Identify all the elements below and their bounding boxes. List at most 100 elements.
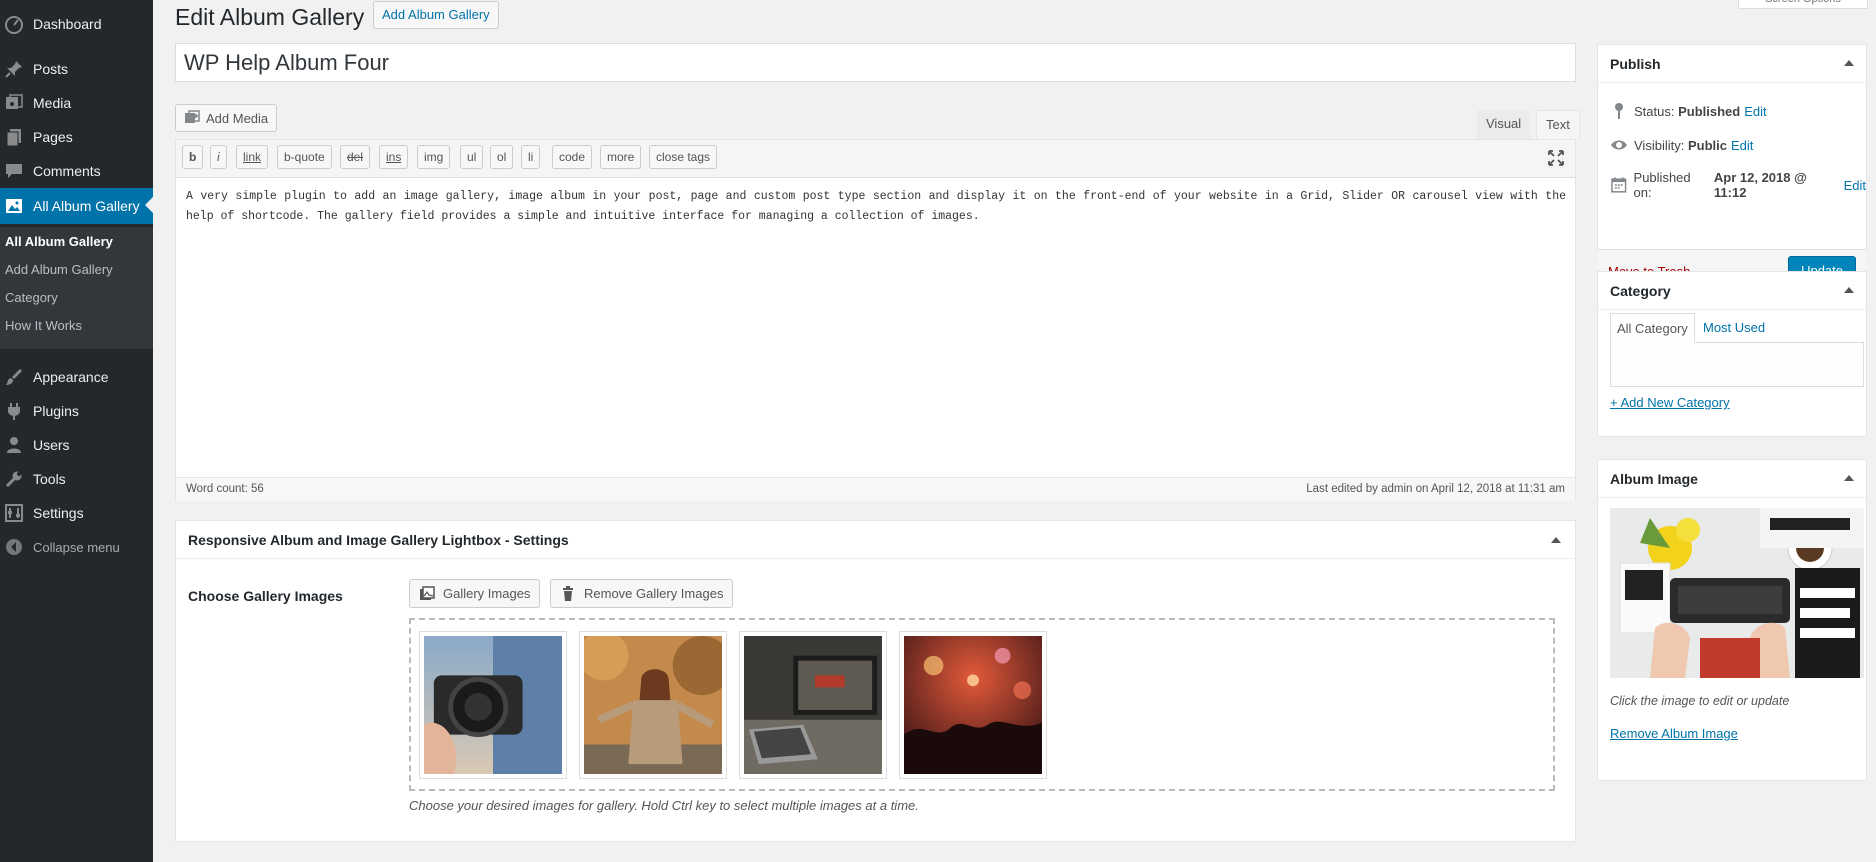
- menu-label: Pages: [33, 129, 73, 145]
- settings-title: Responsive Album and Image Gallery Light…: [188, 532, 569, 548]
- settings-metabox-header[interactable]: Responsive Album and Image Gallery Light…: [176, 521, 1575, 559]
- album-image-header[interactable]: Album Image: [1598, 460, 1866, 498]
- tab-all-category[interactable]: All Category: [1610, 313, 1695, 343]
- submenu-all-album-gallery[interactable]: All Album Gallery: [5, 234, 113, 249]
- menu-dashboard[interactable]: Dashboard: [0, 7, 153, 41]
- tab-text[interactable]: Text: [1536, 110, 1580, 139]
- submenu-category[interactable]: Category: [5, 290, 58, 305]
- menu-settings[interactable]: Settings: [0, 496, 153, 530]
- menu-label: Collapse menu: [33, 539, 120, 555]
- menu-label: Dashboard: [33, 16, 102, 32]
- screen-options-tab[interactable]: Screen Options: [1738, 0, 1868, 9]
- gallery-thumbnail[interactable]: [899, 631, 1047, 779]
- collapse-arrow-icon[interactable]: [1844, 475, 1854, 481]
- visibility-label: Visibility:: [1634, 137, 1685, 153]
- tab-most-used[interactable]: Most Used: [1697, 313, 1771, 343]
- publish-title: Publish: [1610, 56, 1661, 72]
- menu-pages[interactable]: Pages: [0, 120, 153, 154]
- add-media-label: Add Media: [206, 110, 269, 126]
- menu-label: Comments: [33, 163, 101, 179]
- gallery-drop-area: [409, 618, 1555, 791]
- autumn-portrait-photo: [584, 636, 722, 774]
- pages-icon: [6, 129, 21, 147]
- category-header[interactable]: Category: [1598, 272, 1866, 310]
- quicktags-toolbar: b i link b-quote del ins img ul ol li co…: [176, 140, 1575, 178]
- word-count: Word count: 56: [186, 483, 264, 495]
- fullscreen-icon[interactable]: [1546, 148, 1566, 168]
- qt-bold-button[interactable]: b: [182, 145, 204, 169]
- menu-tools[interactable]: Tools: [0, 462, 153, 496]
- tab-visual[interactable]: Visual: [1477, 110, 1531, 139]
- gallery-thumbnail[interactable]: [579, 631, 727, 779]
- gallery-images-button[interactable]: Gallery Images: [409, 579, 541, 608]
- post-title-input[interactable]: WP Help Album Four: [175, 43, 1576, 82]
- qt-del-button[interactable]: del: [340, 145, 371, 169]
- gallery-thumbnail[interactable]: [419, 631, 567, 779]
- status-row: Status: Published Edit: [1610, 102, 1767, 120]
- collapse-arrow-icon[interactable]: [1551, 537, 1561, 543]
- publish-header[interactable]: Publish: [1598, 45, 1866, 83]
- calendar-icon: [1611, 177, 1627, 193]
- status-value: Published: [1678, 103, 1741, 119]
- gallery-icon: [6, 199, 22, 213]
- gallery-images-icon: [420, 585, 435, 600]
- menu-plugins[interactable]: Plugins: [0, 394, 153, 428]
- qt-bquote-button[interactable]: b-quote: [277, 145, 332, 169]
- submenu-add-album-gallery[interactable]: Add Album Gallery: [5, 262, 113, 277]
- qt-ul-button[interactable]: ul: [460, 145, 484, 169]
- menu-label: Tools: [33, 471, 66, 487]
- status-label: Status:: [1634, 103, 1675, 119]
- collapse-arrow-icon[interactable]: [1844, 287, 1854, 293]
- menu-posts[interactable]: Posts: [0, 52, 153, 86]
- album-featured-image[interactable]: [1610, 508, 1864, 678]
- collapse-arrow-icon[interactable]: [1844, 60, 1854, 66]
- qt-ol-button[interactable]: ol: [490, 145, 514, 169]
- add-new-category-link[interactable]: + Add New Category: [1610, 395, 1730, 410]
- remove-gallery-images-button[interactable]: Remove Gallery Images: [550, 579, 734, 608]
- submenu-how-it-works[interactable]: How It Works: [5, 318, 82, 333]
- collapse-menu[interactable]: Collapse menu: [0, 530, 153, 564]
- gallery-images-label: Gallery Images: [443, 586, 531, 601]
- album-image-metabox: Album Image Click the image to edit or u…: [1597, 459, 1867, 781]
- menu-all-album-gallery[interactable]: All Album Gallery: [0, 188, 153, 224]
- menu-appearance[interactable]: Appearance: [0, 360, 153, 394]
- qt-link-button[interactable]: link: [236, 145, 269, 169]
- menu-label: Appearance: [33, 369, 109, 385]
- menu-comments[interactable]: Comments: [0, 154, 153, 188]
- concert-crowd-photo: [904, 636, 1042, 774]
- add-media-button[interactable]: Add Media: [175, 104, 278, 132]
- gallery-thumbnail[interactable]: [739, 631, 887, 779]
- visibility-row: Visibility: Public Edit: [1610, 136, 1753, 154]
- qt-ins-button[interactable]: ins: [379, 145, 409, 169]
- settings-icon: [5, 504, 23, 522]
- laptop-desk-photo: [744, 636, 882, 774]
- page-title: Edit Album Gallery: [175, 4, 365, 30]
- menu-users[interactable]: Users: [0, 428, 153, 462]
- eye-icon: [1611, 140, 1627, 150]
- remove-gallery-label: Remove Gallery Images: [584, 586, 724, 601]
- editor-box: b i link b-quote del ins img ul ol li co…: [175, 139, 1576, 501]
- editor-textarea[interactable]: A very simple plugin to add an image gal…: [186, 187, 1566, 227]
- menu-label: Users: [33, 437, 70, 453]
- menu-media[interactable]: Media: [0, 86, 153, 120]
- trash-icon: [563, 585, 573, 601]
- current-menu-arrow: [145, 197, 153, 213]
- add-album-gallery-button[interactable]: Add Album Gallery: [373, 1, 499, 29]
- remove-album-image-link[interactable]: Remove Album Image: [1610, 726, 1738, 741]
- qt-img-button[interactable]: img: [417, 145, 451, 169]
- dashboard-icon: [5, 16, 23, 34]
- comments-icon: [6, 164, 22, 178]
- category-checklist: [1610, 342, 1864, 387]
- qt-more-button[interactable]: more: [600, 145, 642, 169]
- edit-visibility-link[interactable]: Edit: [1731, 138, 1753, 153]
- qt-italic-button[interactable]: i: [210, 145, 227, 169]
- edit-date-link[interactable]: Edit: [1844, 178, 1866, 193]
- gallery-settings-metabox: Responsive Album and Image Gallery Light…: [175, 520, 1576, 842]
- qt-li-button[interactable]: li: [521, 145, 541, 169]
- qt-close-tags-button[interactable]: close tags: [649, 145, 718, 169]
- wrench-icon: [5, 471, 22, 488]
- qt-code-button[interactable]: code: [552, 145, 593, 169]
- add-media-icon: [185, 110, 200, 123]
- edit-status-link[interactable]: Edit: [1744, 104, 1766, 119]
- choose-gallery-label: Choose Gallery Images: [188, 588, 343, 604]
